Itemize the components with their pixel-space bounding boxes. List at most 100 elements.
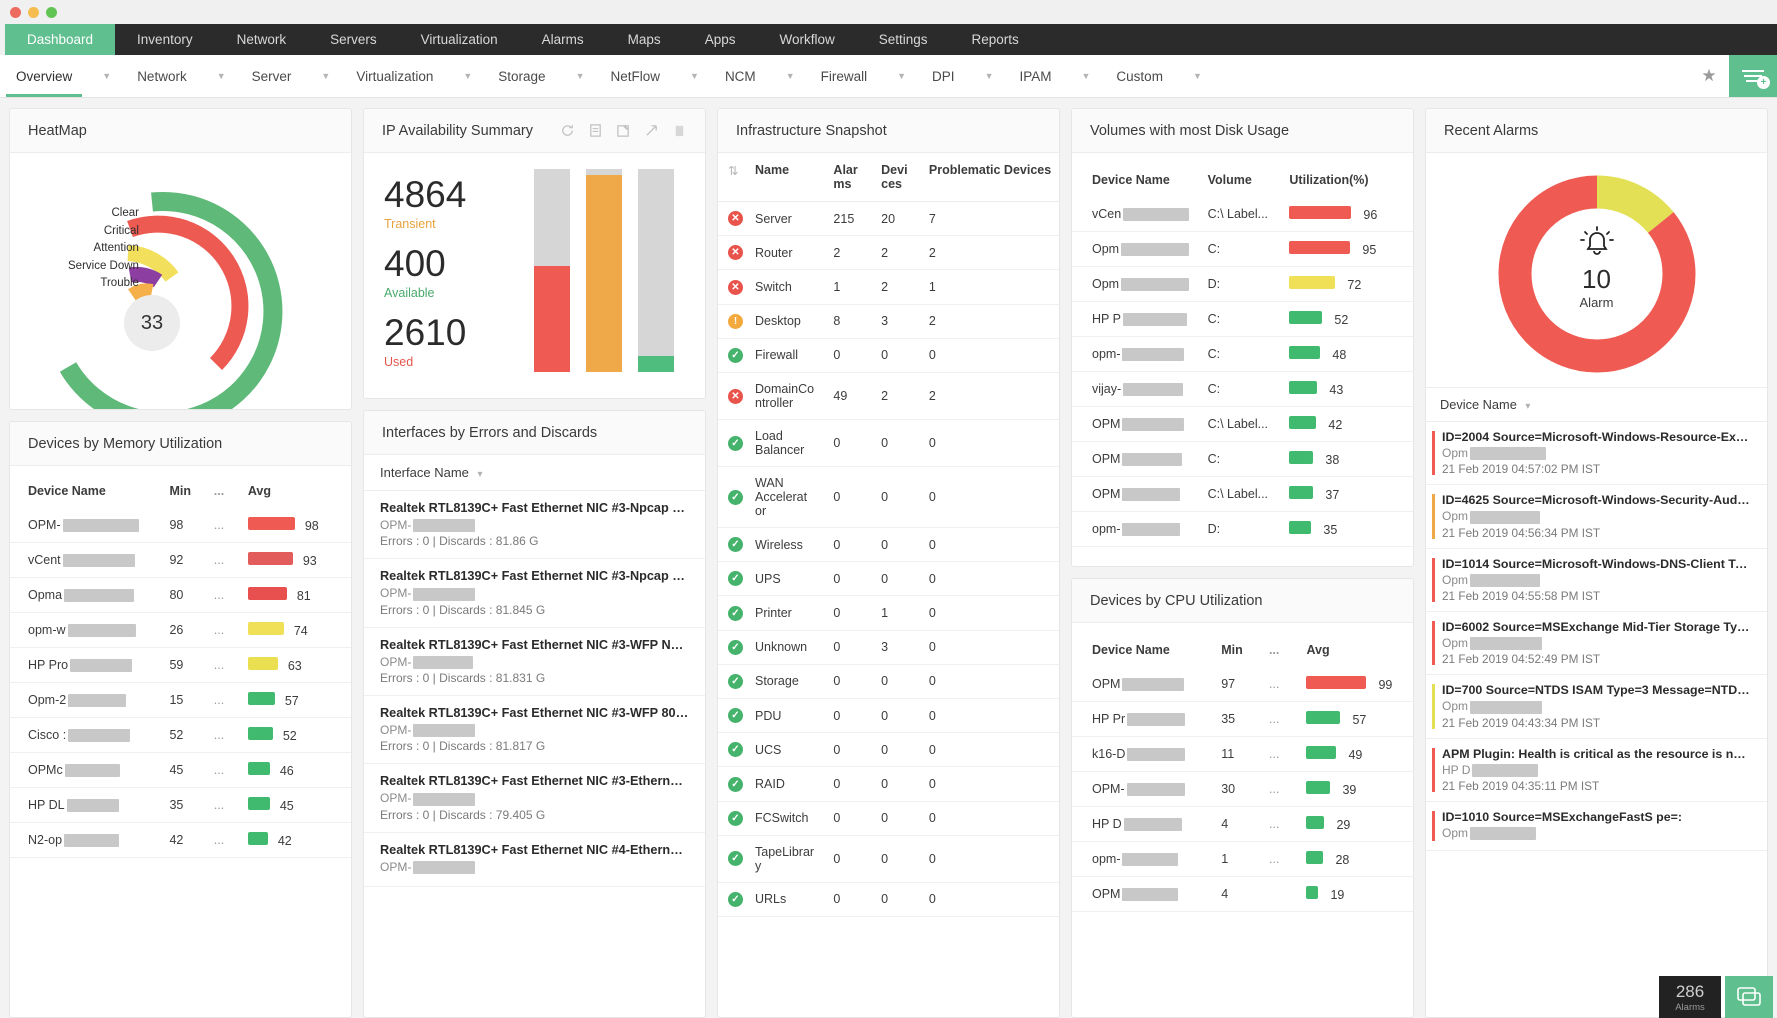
ip-bar[interactable] xyxy=(533,169,570,372)
chevron-down-icon[interactable]: ▼ xyxy=(690,55,709,97)
list-item[interactable]: ID=2004 Source=Microsoft-Windows-Resourc… xyxy=(1426,422,1767,486)
list-item[interactable]: ID=6002 Source=MSExchange Mid-Tier Stora… xyxy=(1426,612,1767,676)
table-row[interactable]: OPM C: 38 xyxy=(1072,441,1413,477)
table-row[interactable]: k16-D 11... 49 xyxy=(1072,736,1413,772)
table-row[interactable]: ✓ URLs 0 0 0 xyxy=(718,882,1059,918)
more-cell[interactable]: ... xyxy=(207,717,242,753)
more-cell[interactable]: ... xyxy=(207,647,242,683)
tab-overview[interactable]: Overview xyxy=(0,55,88,97)
tab-network[interactable]: Network xyxy=(121,55,203,97)
list-item[interactable]: Realtek RTL8139C+ Fast Ethernet NIC #3-E… xyxy=(364,764,705,833)
window-close-button[interactable] xyxy=(10,6,21,18)
table-row[interactable]: ✓ WAN Accelerat or 0 0 0 xyxy=(718,466,1059,529)
table-row[interactable]: Opma 80... 81 xyxy=(10,577,351,613)
nav-item-network[interactable]: Network xyxy=(215,24,309,55)
table-row[interactable]: OPM- 98... 98 xyxy=(10,508,351,543)
nav-item-maps[interactable]: Maps xyxy=(606,24,683,55)
volumes-col-device[interactable]: Device Name xyxy=(1072,163,1202,197)
table-row[interactable]: OPM C:\ Label... 37 xyxy=(1072,476,1413,512)
table-row[interactable]: OPM C:\ Label... 42 xyxy=(1072,406,1413,442)
table-row[interactable]: OPM- 30... 39 xyxy=(1072,771,1413,807)
cpu-col-more[interactable]: ... xyxy=(1263,633,1301,667)
alarms-column-header[interactable]: Device Name ▾ xyxy=(1426,387,1767,422)
cpu-col-device[interactable]: Device Name xyxy=(1072,633,1215,667)
nav-item-apps[interactable]: Apps xyxy=(683,24,758,55)
more-cell[interactable]: ... xyxy=(207,787,242,823)
chevron-down-icon[interactable]: ▼ xyxy=(576,55,595,97)
edit-icon[interactable] xyxy=(616,123,631,138)
table-row[interactable]: Opm D: 72 xyxy=(1072,266,1413,302)
table-row[interactable]: ✓ UPS 0 0 0 xyxy=(718,561,1059,597)
list-item[interactable]: ID=1010 Source=MSExchangeFastS pe=: Opm xyxy=(1426,802,1767,852)
ip-bar[interactable] xyxy=(637,169,674,372)
list-item[interactable]: Realtek RTL8139C+ Fast Ethernet NIC #3-W… xyxy=(364,696,705,765)
ip-bar[interactable] xyxy=(585,169,622,372)
chevron-down-icon[interactable]: ▼ xyxy=(1193,55,1212,97)
table-row[interactable]: ✓ FCSwitch 0 0 0 xyxy=(718,801,1059,836)
expand-icon[interactable] xyxy=(644,123,659,138)
table-row[interactable]: ✕ DomainCo ntroller 49 2 2 xyxy=(718,372,1059,421)
heatmap-donut[interactable]: Clear Critical Attention Service Down Tr… xyxy=(20,167,320,409)
tab-storage[interactable]: Storage xyxy=(482,55,561,97)
table-row[interactable]: HP P C: 52 xyxy=(1072,301,1413,337)
table-row[interactable]: Cisco :52... 52 xyxy=(10,717,351,753)
tab-custom[interactable]: Custom xyxy=(1100,55,1179,97)
list-item[interactable]: Realtek RTL8139C+ Fast Ethernet NIC #3-W… xyxy=(364,628,705,696)
table-row[interactable]: opm- D: 35 xyxy=(1072,511,1413,547)
chat-icon[interactable] xyxy=(1725,976,1773,1018)
infra-col-alarms[interactable]: Alar ms xyxy=(827,153,876,202)
table-row[interactable]: vCen C:\ Label... 96 xyxy=(1072,197,1413,232)
tab-ipam[interactable]: IPAM xyxy=(1003,55,1067,97)
table-row[interactable]: Opm C: 95 xyxy=(1072,231,1413,267)
list-item[interactable]: ID=1014 Source=Microsoft-Windows-DNS-Cli… xyxy=(1426,549,1767,612)
more-cell[interactable]: ... xyxy=(207,542,242,578)
table-row[interactable]: ✓ TapeLibrar y000 xyxy=(718,835,1059,883)
hamburger-menu-icon[interactable]: + xyxy=(1729,55,1777,97)
table-row[interactable]: opm-w 26... 74 xyxy=(10,612,351,648)
more-cell[interactable]: ... xyxy=(207,822,242,858)
memory-col-avg[interactable]: Avg xyxy=(242,474,351,508)
nav-item-virtualization[interactable]: Virtualization xyxy=(399,24,520,55)
nav-item-dashboard[interactable]: Dashboard xyxy=(5,24,116,55)
memory-col-min[interactable]: Min xyxy=(163,474,207,508)
chevron-down-icon[interactable]: ▼ xyxy=(786,55,805,97)
infra-col-name[interactable]: Name xyxy=(749,153,828,202)
table-row[interactable]: ✕ Router 2 2 2 xyxy=(718,235,1059,271)
table-row[interactable]: ✓ Storage 0 0 0 xyxy=(718,664,1059,700)
table-row[interactable]: vijay- C: 43 xyxy=(1072,371,1413,407)
nav-item-servers[interactable]: Servers xyxy=(308,24,399,55)
memory-col-device[interactable]: Device Name xyxy=(10,474,163,508)
table-row[interactable]: HP Pro 59... 63 xyxy=(10,647,351,683)
chevron-down-icon[interactable]: ▼ xyxy=(321,55,340,97)
table-row[interactable]: ✕ Server 215 20 7 xyxy=(718,201,1059,237)
table-row[interactable]: opm- C: 48 xyxy=(1072,336,1413,372)
infra-col-problematic[interactable]: Problematic Devices xyxy=(922,153,1059,202)
tab-firewall[interactable]: Firewall xyxy=(805,55,884,97)
table-row[interactable]: ✓ Firewall 0 0 0 xyxy=(718,338,1059,374)
cpu-more-cell[interactable]: ... xyxy=(1262,667,1301,702)
cpu-col-min[interactable]: Min xyxy=(1215,633,1263,667)
favorite-star-icon[interactable]: ★ xyxy=(1689,55,1729,97)
table-row[interactable]: N2-op 42... 42 xyxy=(10,822,351,858)
tab-ncm[interactable]: NCM xyxy=(709,55,772,97)
table-row[interactable]: ! Desktop 8 3 2 xyxy=(718,304,1059,339)
more-cell[interactable]: ... xyxy=(207,682,242,718)
cpu-more-cell[interactable]: ... xyxy=(1262,701,1301,737)
tab-virtualization[interactable]: Virtualization xyxy=(340,55,449,97)
chevron-down-icon[interactable]: ▼ xyxy=(102,55,121,97)
more-cell[interactable]: ... xyxy=(207,508,242,543)
alarm-count-badge[interactable]: 286 Alarms xyxy=(1659,976,1721,1018)
table-row[interactable]: OPM 4 19 xyxy=(1072,876,1413,912)
volumes-col-utilization[interactable]: Utilization(%) xyxy=(1283,163,1413,197)
more-cell[interactable]: ... xyxy=(207,577,242,613)
table-row[interactable]: ✓ Load Balancer 0 0 0 xyxy=(718,419,1059,468)
more-icon[interactable] xyxy=(672,123,687,138)
table-row[interactable]: ✓ RAID 0 0 0 xyxy=(718,766,1059,802)
tab-dpi[interactable]: DPI xyxy=(916,55,971,97)
document-icon[interactable] xyxy=(588,123,603,138)
table-row[interactable]: ✕ Switch 1 2 1 xyxy=(718,269,1059,305)
window-maximize-button[interactable] xyxy=(46,6,57,18)
tab-server[interactable]: Server xyxy=(236,55,308,97)
cpu-more-cell[interactable] xyxy=(1262,876,1301,912)
table-row[interactable]: Opm-2 15... 57 xyxy=(10,682,351,718)
